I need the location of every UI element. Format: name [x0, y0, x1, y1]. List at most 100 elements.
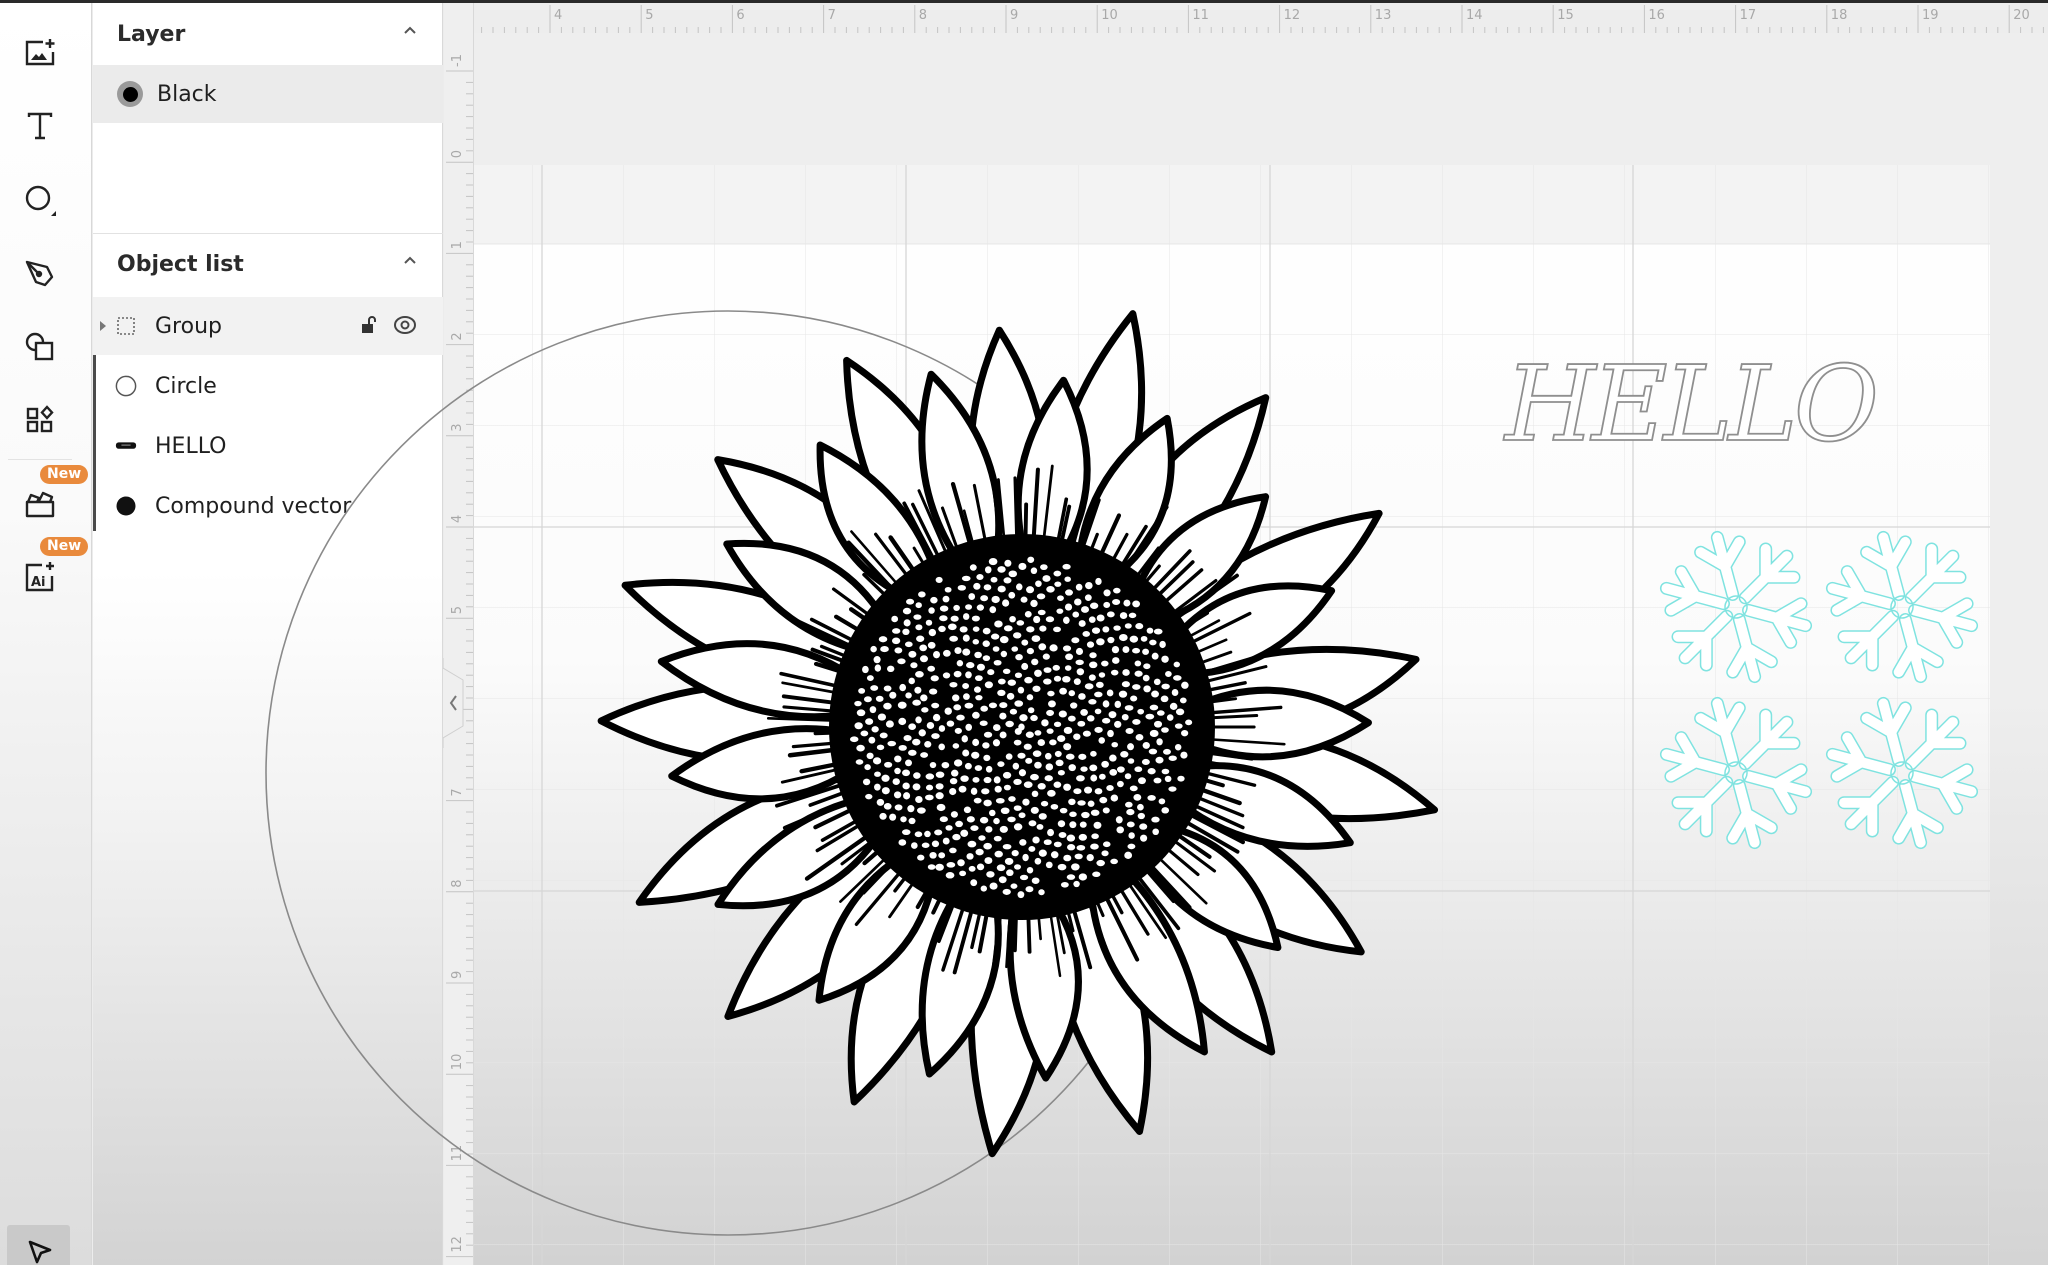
- expand-caret-icon[interactable]: [100, 321, 106, 331]
- sunflower-seed: [1056, 608, 1064, 614]
- sunflower-seed: [1155, 756, 1164, 764]
- sunflower-seed: [1118, 690, 1128, 698]
- sunflower-seed: [1124, 773, 1132, 780]
- object-item-circle[interactable]: Circle: [93, 357, 443, 415]
- object-label: HELLO: [155, 433, 227, 459]
- sunflower-seed: [949, 777, 958, 785]
- sunflower-seed: [1031, 877, 1040, 885]
- sunflower-seed: [927, 641, 936, 649]
- sunflower-seed: [962, 683, 970, 690]
- layer-label: Black: [157, 81, 217, 107]
- ruler-label: 9: [450, 971, 465, 979]
- ruler-label: 2: [450, 332, 465, 340]
- sunflower-seed: [1135, 623, 1144, 630]
- sunflower-seed: [1173, 675, 1182, 681]
- unlock-icon[interactable]: [361, 316, 377, 334]
- sunflower-seed: [1027, 707, 1035, 714]
- sunflower-seed: [1153, 628, 1163, 635]
- circle-shape-icon: [25, 185, 56, 216]
- select-tool[interactable]: [7, 1225, 70, 1265]
- sunflower-seed: [1026, 866, 1034, 874]
- sunflower-seed: [1126, 808, 1135, 816]
- sunflower-seed: [1181, 681, 1189, 689]
- sunflower-seed: [1164, 775, 1172, 783]
- sunflower-seed: [921, 842, 930, 848]
- sunflower-seed: [1149, 704, 1159, 711]
- sunflower-seed: [1030, 714, 1038, 722]
- shapes-tool[interactable]: [14, 174, 66, 226]
- sunflower-seed: [988, 558, 998, 566]
- sunflower-seed: [992, 739, 1001, 747]
- sunflower-seed: [1032, 750, 1042, 757]
- ruler-label: 10: [1101, 8, 1118, 23]
- sunflower-seed: [954, 647, 962, 654]
- sunflower-seed: [1049, 739, 1057, 746]
- left-toolbar: New Ai New: [0, 3, 92, 1265]
- chevron-up-icon[interactable]: [403, 253, 417, 267]
- object-item-hello[interactable]: HELLO: [93, 417, 443, 475]
- object-item-compound-vector[interactable]: Compound vector: [93, 477, 443, 535]
- sunflower-seed: [1106, 611, 1115, 618]
- layer-color-radio[interactable]: [117, 81, 143, 107]
- ruler-label: 5: [450, 606, 465, 614]
- sunflower-seed: [1110, 858, 1118, 865]
- sunflower-seed: [979, 816, 989, 824]
- sunflower-seed: [1171, 688, 1179, 696]
- sunflower-seed: [1114, 700, 1122, 709]
- sunflower-seed: [1015, 653, 1023, 661]
- sunflower-seed: [1141, 758, 1150, 765]
- sunflower-seed: [1143, 663, 1151, 670]
- projects-tool[interactable]: [14, 478, 66, 530]
- sunflower-seed: [1128, 832, 1135, 839]
- sunflower-seed: [935, 792, 944, 800]
- upload-image-tool[interactable]: [14, 27, 66, 79]
- sunflower-seed: [913, 772, 921, 779]
- layer-item-black[interactable]: Black: [93, 65, 443, 123]
- sunflower-seed: [1125, 801, 1133, 808]
- new-badge: New: [40, 537, 89, 556]
- sunflower-seed: [990, 576, 998, 583]
- ruler-label: 7: [828, 8, 836, 23]
- sunflower-seed: [966, 816, 975, 823]
- sunflower-seed: [976, 863, 985, 871]
- hello-text: HELLO: [1503, 343, 1877, 465]
- ruler-label: 20: [2013, 8, 2030, 23]
- sunflower-seed: [1168, 755, 1177, 761]
- ai-tool[interactable]: Ai: [14, 551, 66, 603]
- filled-blob-icon: [115, 495, 137, 517]
- eye-visible-icon[interactable]: [393, 314, 417, 336]
- sunflower-seed: [933, 650, 941, 659]
- sunflower-bract: [1013, 476, 1019, 544]
- text-tool[interactable]: [14, 100, 66, 152]
- sunflower-seed: [1039, 625, 1047, 632]
- sunflower-seed: [982, 640, 990, 647]
- sunflower-seed: [898, 839, 907, 846]
- sunflower-seed: [950, 811, 959, 818]
- sunflower-seed: [975, 694, 983, 701]
- hello-text-object[interactable]: HELLO: [1502, 342, 1882, 466]
- sunflower-seed: [1045, 616, 1055, 623]
- sunflower-seed: [1075, 659, 1084, 666]
- object-list-header[interactable]: Object list: [93, 235, 443, 293]
- sunflower-seed: [1132, 684, 1141, 690]
- panel-collapse-handle[interactable]: [443, 658, 469, 748]
- sunflower-seed: [929, 688, 938, 695]
- sunflower-seed: [1086, 641, 1095, 648]
- sunflower-seed: [1161, 655, 1169, 663]
- sunflower-seed: [902, 782, 910, 790]
- sunflower-seed: [1129, 785, 1138, 792]
- sunflower-seed: [1148, 748, 1158, 755]
- pen-tool[interactable]: [14, 248, 66, 300]
- sunflower-seed: [1068, 798, 1076, 806]
- object-item-group[interactable]: Group: [93, 297, 443, 355]
- sunflower-seed: [1085, 581, 1093, 590]
- elements-tool[interactable]: [14, 394, 66, 446]
- sunflower-seed: [1022, 853, 1029, 862]
- combine-tool[interactable]: [14, 321, 66, 373]
- sunflower-seed: [894, 647, 903, 654]
- sunflower-seed: [1050, 851, 1059, 859]
- chevron-up-icon[interactable]: [403, 23, 417, 37]
- sunflower-seed: [1101, 850, 1109, 857]
- sunflower-seed: [1004, 559, 1012, 567]
- layer-section-header[interactable]: Layer: [93, 5, 443, 63]
